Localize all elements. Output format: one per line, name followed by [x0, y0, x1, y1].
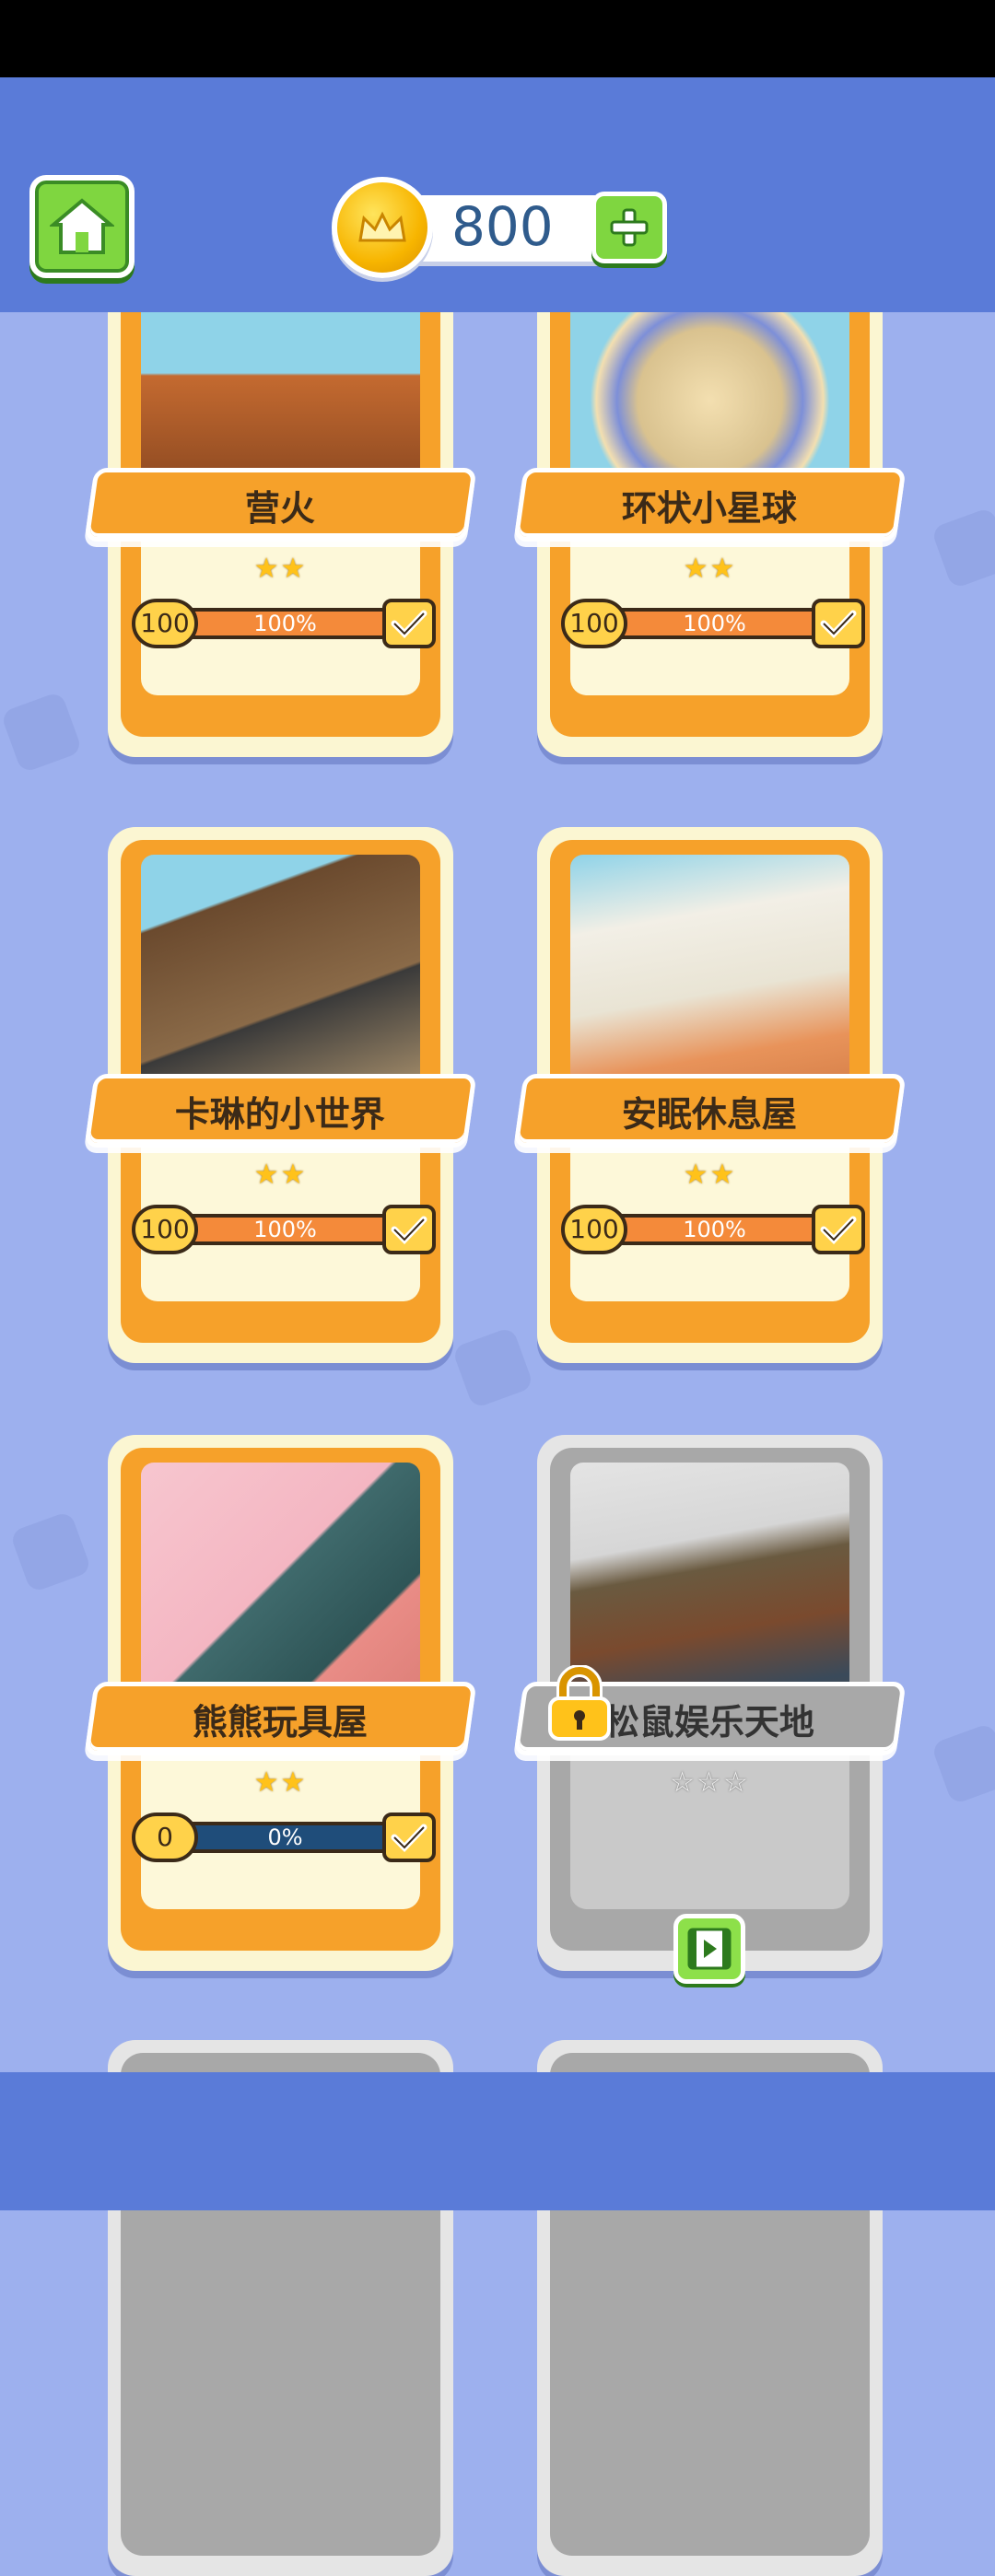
progress-bar: 0% [181, 1822, 389, 1853]
progress-percent: 100% [683, 1217, 746, 1242]
progress-bar: 100% [181, 608, 389, 639]
level-title: 营火 [245, 487, 316, 529]
crown-coin-icon [332, 177, 433, 278]
level-title: 环状小星球 [622, 487, 798, 529]
level-title: 松鼠娱乐天地 [604, 1701, 815, 1743]
progress-percent: 100% [253, 1217, 317, 1242]
bottom-bar [0, 2072, 995, 2210]
progress-percent: 100% [683, 611, 746, 636]
level-stars: ★★ [253, 553, 308, 585]
progress-bar: 100% [611, 608, 818, 639]
home-button[interactable] [29, 175, 135, 278]
level-progress: 100 100% [132, 1205, 436, 1256]
level-progress: 100 100% [561, 1205, 865, 1256]
level-stars: ★★ [683, 1159, 737, 1191]
level-grid: 营火 ★★ 100 100% 环状小星球 ★★ 100 100% 卡琳的小世界 … [0, 0, 995, 2576]
level-title-ribbon: 熊熊玩具屋 [84, 1682, 477, 1755]
add-coins-button[interactable] [591, 192, 667, 263]
video-icon [687, 1928, 732, 1970]
progress-percent: 100% [253, 611, 317, 636]
level-card-squirrel-park[interactable]: 松鼠娱乐天地 ☆☆☆ [513, 1435, 907, 1984]
level-card-karin-world[interactable]: 卡琳的小世界 ★★ 100 100% [84, 827, 477, 1363]
level-title: 卡琳的小世界 [175, 1093, 386, 1135]
level-title-ribbon: 环状小星球 [513, 468, 907, 542]
level-stars: ★★ [253, 1766, 308, 1799]
level-title-ribbon: 营火 [84, 468, 477, 542]
level-stars: ☆☆☆ [670, 1766, 750, 1799]
progress-bar: 100% [181, 1214, 389, 1245]
level-title-ribbon: 卡琳的小世界 [84, 1074, 477, 1148]
home-icon [50, 198, 114, 254]
progress-bar: 100% [611, 1214, 818, 1245]
level-progress: 100 100% [561, 599, 865, 650]
level-stars: ★★ [683, 553, 737, 585]
level-title: 熊熊玩具屋 [193, 1701, 369, 1743]
coin-counter: 800 [332, 177, 673, 278]
check-icon [812, 1205, 865, 1254]
check-icon [812, 599, 865, 648]
level-stars: ★★ [253, 1159, 308, 1191]
level-card-bear-toy-house[interactable]: 熊熊玩具屋 ★★ 0 0% [84, 1435, 477, 1971]
level-title-ribbon: 安眠休息屋 [513, 1074, 907, 1148]
level-progress: 0 0% [132, 1813, 436, 1864]
check-icon [382, 1813, 436, 1862]
check-icon [382, 599, 436, 648]
level-card-sleep-house[interactable]: 安眠休息屋 ★★ 100 100% [513, 827, 907, 1363]
plus-icon [610, 208, 649, 247]
level-progress: 100 100% [132, 599, 436, 650]
level-title: 安眠休息屋 [622, 1093, 798, 1135]
lock-icon [546, 1664, 613, 1743]
check-icon [382, 1205, 436, 1254]
coin-value: 800 [451, 195, 554, 258]
watch-video-button[interactable] [673, 1914, 745, 1984]
progress-percent: 0% [267, 1824, 303, 1850]
